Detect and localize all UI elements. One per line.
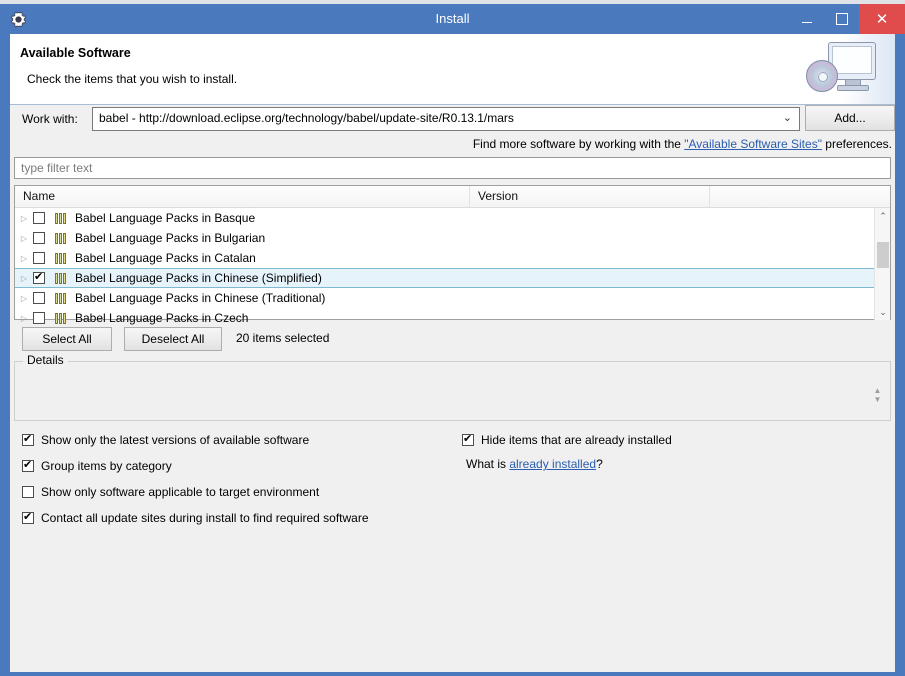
- deselect-all-button[interactable]: Deselect All: [124, 327, 222, 351]
- spinner-up-icon[interactable]: ▲: [874, 386, 882, 395]
- window-title: Install: [435, 11, 470, 26]
- checkbox[interactable]: [22, 432, 34, 446]
- window-frame: Install ✕ Available Software Check the i…: [0, 4, 905, 676]
- work-with-row: Work with: babel - http://download.eclip…: [10, 105, 895, 135]
- close-button[interactable]: ✕: [859, 4, 905, 34]
- tree-scrollbar[interactable]: ⌃ ⌄: [874, 208, 890, 320]
- software-tree[interactable]: Name Version ▷ Babel Language Packs in B…: [14, 185, 891, 325]
- option-label: Show only software applicable to target …: [41, 485, 320, 499]
- select-all-button[interactable]: Select All: [22, 327, 112, 351]
- checkbox[interactable]: [22, 486, 34, 498]
- table-row[interactable]: ▷ Babel Language Packs in Bulgarian: [15, 228, 874, 248]
- row-checkbox[interactable]: [33, 232, 45, 244]
- table-row-selected[interactable]: ▷ Babel Language Packs in Chinese (Simpl…: [15, 268, 874, 288]
- option-show-latest-versions[interactable]: Show only the latest versions of availab…: [22, 431, 309, 449]
- close-icon: ✕: [875, 10, 889, 28]
- option-applicable-to-target[interactable]: Show only software applicable to target …: [22, 483, 319, 501]
- column-header-extra[interactable]: [710, 186, 875, 207]
- scroll-up-icon[interactable]: ⌃: [875, 208, 891, 224]
- row-name: Babel Language Packs in Basque: [75, 211, 256, 225]
- dialog-body: Available Software Check the items that …: [10, 34, 895, 672]
- what-is-installed-text: What is already installed?: [466, 457, 603, 471]
- monitor-with-disc-icon: [800, 34, 895, 104]
- table-row[interactable]: ▷ Babel Language Packs in Basque: [15, 208, 874, 228]
- what-is-prefix: What is: [466, 457, 510, 471]
- work-with-label: Work with:: [22, 112, 78, 126]
- window-controls: ✕: [789, 4, 905, 34]
- row-checkbox[interactable]: [33, 252, 45, 264]
- chevron-down-icon: ⌄: [782, 112, 792, 124]
- feature-category-icon: [53, 212, 68, 225]
- option-label: Show only the latest versions of availab…: [41, 433, 310, 447]
- expander-icon[interactable]: ▷: [15, 214, 33, 223]
- expander-icon[interactable]: ▷: [15, 234, 33, 243]
- page-title: Available Software: [20, 46, 131, 60]
- row-name: Babel Language Packs in Chinese (Simplif…: [75, 271, 322, 285]
- row-name: Babel Language Packs in Czech: [75, 311, 249, 325]
- already-installed-link[interactable]: already installed: [509, 457, 596, 471]
- selection-buttons-row: Select All Deselect All 20 items selecte…: [14, 327, 891, 351]
- column-header-name[interactable]: Name: [15, 186, 470, 207]
- available-software-sites-hint: Find more software by working with the "…: [473, 137, 892, 151]
- option-label: Group items by category: [41, 459, 172, 473]
- option-label: Contact all update sites during install …: [41, 511, 369, 525]
- scroll-down-icon[interactable]: ⌄: [875, 304, 891, 320]
- option-hide-already-installed[interactable]: Hide items that are already installed: [462, 431, 672, 449]
- row-checkbox[interactable]: [33, 312, 45, 324]
- work-with-value: babel - http://download.eclipse.org/tech…: [99, 111, 514, 125]
- scrollbar-thumb[interactable]: [877, 242, 889, 268]
- wizard-header: Available Software Check the items that …: [10, 34, 895, 105]
- expander-icon[interactable]: ▷: [15, 254, 33, 263]
- option-contact-all-update-sites[interactable]: Contact all update sites during install …: [22, 509, 369, 527]
- spinner-down-icon[interactable]: ▼: [874, 395, 882, 404]
- title-bar: Install ✕: [0, 4, 905, 34]
- table-row[interactable]: ▷ Babel Language Packs in Czech: [15, 308, 874, 328]
- option-group-by-category[interactable]: Group items by category: [22, 457, 172, 475]
- available-software-sites-link[interactable]: "Available Software Sites": [684, 137, 822, 151]
- expander-icon[interactable]: ▷: [15, 274, 33, 283]
- table-row[interactable]: ▷ Babel Language Packs in Catalan: [15, 248, 874, 268]
- tree-header: Name Version: [15, 186, 890, 208]
- details-group: Details ▲ ▼: [14, 353, 891, 421]
- option-label: Hide items that are already installed: [481, 433, 672, 447]
- minimize-button[interactable]: [789, 4, 824, 34]
- install-dialog-screen: ⌐ ⌐ ⌐ ⌐ ⌐ ⌐ ⌐ ⌐ ⌐ ⌐ ⌐ ⌐ ⌐ ⌐ ⌐ ⌐ Install …: [0, 0, 905, 676]
- hint-suffix: preferences.: [821, 137, 892, 151]
- work-with-combo[interactable]: babel - http://download.eclipse.org/tech…: [92, 107, 800, 131]
- tree-body: ▷ Babel Language Packs in Basque ▷ Babel…: [15, 208, 890, 325]
- row-name: Babel Language Packs in Catalan: [75, 251, 256, 265]
- feature-category-icon: [53, 312, 68, 325]
- row-name: Babel Language Packs in Chinese (Traditi…: [75, 291, 326, 305]
- column-header-version[interactable]: Version: [470, 186, 710, 207]
- feature-category-icon: [53, 292, 68, 305]
- maximize-button[interactable]: [824, 4, 859, 34]
- filter-placeholder: type filter text: [21, 161, 93, 175]
- feature-category-icon: [53, 272, 68, 285]
- table-row[interactable]: ▷ Babel Language Packs in Chinese (Tradi…: [15, 288, 874, 308]
- expander-icon[interactable]: ▷: [15, 294, 33, 303]
- expander-icon[interactable]: ▷: [15, 314, 33, 323]
- checkbox[interactable]: [22, 510, 34, 524]
- filter-input[interactable]: type filter text: [14, 157, 891, 179]
- row-checkbox[interactable]: [33, 292, 45, 304]
- row-name: Babel Language Packs in Bulgarian: [75, 231, 266, 245]
- feature-category-icon: [53, 252, 68, 265]
- checkbox[interactable]: [462, 432, 474, 446]
- row-checkbox[interactable]: [33, 212, 45, 224]
- row-checkbox[interactable]: [33, 270, 45, 284]
- selected-count-label: 20 items selected: [236, 331, 330, 345]
- details-legend: Details: [23, 353, 68, 367]
- hint-prefix: Find more software by working with the: [472, 137, 685, 151]
- page-description: Check the items that you wish to install…: [27, 72, 238, 86]
- checkbox[interactable]: [22, 458, 34, 472]
- add-site-button[interactable]: Add...: [805, 105, 895, 131]
- tree-rows: ▷ Babel Language Packs in Basque ▷ Babel…: [15, 208, 874, 328]
- details-spinner[interactable]: ▲ ▼: [871, 384, 884, 406]
- feature-category-icon: [53, 232, 68, 245]
- what-is-suffix: ?: [596, 457, 603, 471]
